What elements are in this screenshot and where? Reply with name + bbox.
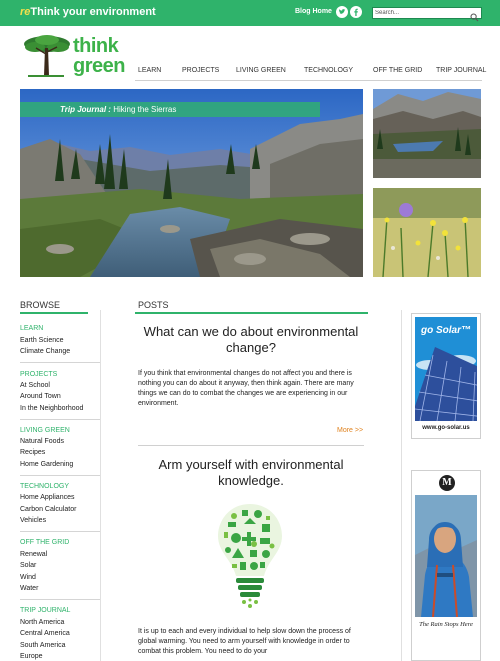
go-solar-url[interactable]: www.go-solar.us [415, 425, 477, 431]
book-title[interactable]: The Rain Stops Here [418, 621, 474, 629]
browse-section-learn[interactable]: LEARN [20, 325, 43, 332]
sidebar-divider [100, 310, 101, 661]
post-excerpt: It is up to each and every individual to… [138, 628, 351, 655]
browse-section-trip-journal[interactable]: TRIP JOURNAL [20, 607, 70, 614]
nav-learn[interactable]: LEARN [138, 67, 161, 74]
solar-panel-image: go Solar™ [415, 317, 477, 421]
nav-trip-journal[interactable]: TRIP JOURNAL [436, 67, 486, 74]
browse-item[interactable]: Natural Foods [20, 438, 64, 445]
browse-section-living-green[interactable]: LIVING GREEN [20, 427, 70, 434]
browse-item[interactable]: Climate Change [20, 348, 70, 355]
nav-projects[interactable]: PROJECTS [182, 67, 219, 74]
hero-image[interactable]: Trip Journal : Hiking the Sierras [20, 89, 363, 277]
search-icon[interactable] [470, 9, 479, 27]
main-nav: LEARN PROJECTS LIVING GREEN TECHNOLOGY O… [0, 67, 500, 77]
browse-item[interactable]: Carbon Calculator [20, 506, 76, 513]
tagline-text: Think your environment [30, 6, 156, 18]
posts-heading: POSTS [138, 300, 169, 310]
browse-item[interactable]: Solar [20, 562, 36, 569]
browse-item[interactable]: At School [20, 382, 50, 389]
browse-item[interactable]: Europe [20, 653, 43, 660]
book-ad[interactable]: M The Rain Stops Here [411, 470, 481, 661]
nav-divider [135, 80, 482, 81]
browse-item[interactable]: Around Town [20, 393, 61, 400]
browse-item[interactable]: Renewal [20, 551, 47, 558]
ads-divider [401, 310, 402, 661]
blog-home-link[interactable]: Blog Home [295, 8, 332, 15]
nav-technology[interactable]: TECHNOLOGY [304, 67, 353, 74]
caption-title: Hiking the Sierras [113, 105, 177, 114]
posts-divider [135, 312, 368, 314]
lightbulb-eco-icon [218, 504, 282, 608]
thumbnail-wildflowers[interactable] [373, 188, 481, 277]
go-solar-title: go Solar™ [421, 325, 472, 336]
hero-caption[interactable]: Trip Journal : Hiking the Sierras [20, 102, 320, 117]
browse-divider [20, 312, 88, 314]
twitter-icon[interactable] [336, 6, 348, 18]
site-tagline: reThink your environment [20, 6, 156, 18]
browse-separator [20, 599, 100, 600]
post-title[interactable]: Arm yourself with environmental knowledg… [150, 457, 352, 489]
nav-living-green[interactable]: LIVING GREEN [236, 67, 286, 74]
browse-item[interactable]: Home Gardening [20, 461, 73, 468]
tagline-prefix: re [20, 6, 31, 18]
post-excerpt: If you think that environmental changes … [138, 370, 354, 407]
caption-label: Trip Journal : [60, 105, 111, 114]
browse-separator [20, 419, 100, 420]
publisher-logo: M [439, 475, 455, 491]
browse-item[interactable]: Home Appliances [20, 494, 74, 501]
browse-item[interactable]: North America [20, 619, 64, 626]
nav-off-the-grid[interactable]: OFF THE GRID [373, 67, 422, 74]
more-link[interactable]: More >> [337, 427, 363, 434]
browse-item[interactable]: Wind [20, 574, 36, 581]
browse-item[interactable]: In the Neighborhood [20, 405, 83, 412]
browse-heading: BROWSE [20, 300, 61, 310]
browse-section-technology[interactable]: TECHNOLOGY [20, 483, 69, 490]
browse-item[interactable]: South America [20, 642, 66, 649]
search-input[interactable] [375, 8, 467, 18]
browse-separator [20, 475, 100, 476]
post-title[interactable]: What can we do about environmental chang… [138, 324, 364, 356]
browse-separator [20, 362, 100, 363]
browse-item[interactable]: Vehicles [20, 517, 46, 524]
browse-item[interactable]: Earth Science [20, 337, 64, 344]
browse-section-off-the-grid[interactable]: OFF THE GRID [20, 539, 69, 546]
browse-separator [20, 531, 100, 532]
hiker-photo [415, 495, 477, 617]
search-box [372, 7, 482, 22]
browse-section-projects[interactable]: PROJECTS [20, 371, 57, 378]
browse-item[interactable]: Central America [20, 630, 70, 637]
post-separator [138, 445, 364, 446]
thumbnail-mountain-lake[interactable] [373, 89, 481, 178]
top-bar: reThink your environment Blog Home [0, 0, 500, 26]
browse-item[interactable]: Recipes [20, 449, 45, 456]
logo-word-think: think [73, 35, 119, 57]
browse-item[interactable]: Water [20, 585, 38, 592]
facebook-icon[interactable] [350, 6, 362, 18]
go-solar-ad[interactable]: go Solar™ www.go-solar.us [411, 313, 481, 439]
